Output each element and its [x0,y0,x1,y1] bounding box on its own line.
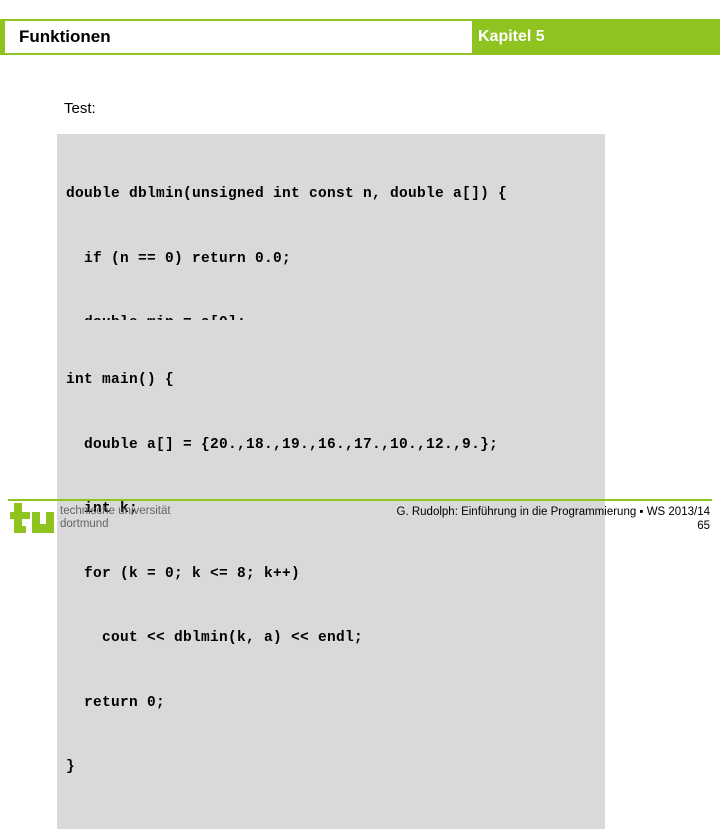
code-line: double dblmin(unsigned int const n, doub… [66,186,508,202]
footer-credit: G. Rudolph: Einführung in die Programmie… [397,505,710,533]
code-line: int main() { [66,372,175,388]
footer-divider [8,499,712,501]
slide-header: Funktionen Kapitel 5 [0,19,720,55]
page-number: 65 [697,520,710,532]
code-line: return 0; [66,694,166,711]
header-title-box: Funktionen [5,21,472,53]
test-label: Test: [64,100,96,117]
code-line: } [66,759,76,775]
code-line: for (k = 0; k <= 8; k++) [66,565,301,582]
slide-footer: technische universität dortmund G. Rudol… [0,495,720,540]
code-line: cout << dblmin(k, a) << endl; [66,630,364,646]
tu-logo-wordmark: technische universität dortmund [60,505,171,531]
tu-dortmund-logo: technische universität dortmund [10,503,171,533]
code-line: if (n == 0) return 0.0; [66,250,292,267]
footer-credit-text: G. Rudolph: Einführung in die Programmie… [396,506,710,518]
code-block-main: int main() { double a[] = {20.,18.,19.,1… [57,320,605,829]
code-line: double a[] = {20.,18.,19.,16.,17.,10.,12… [66,436,499,453]
page-title: Funktionen [19,27,111,46]
tu-logo-mark-icon [10,503,56,533]
tu-logo-line1: technische universität [60,505,171,517]
slide-body: Test: double dblmin(unsigned int const n… [0,55,720,829]
tu-logo-line2: dortmund [60,518,109,530]
chapter-label: Kapitel 5 [478,28,545,45]
